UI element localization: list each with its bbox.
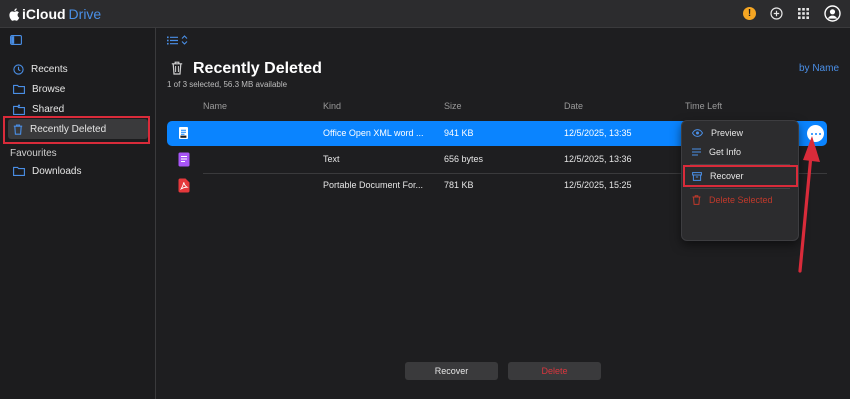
sidebar-item-label: Shared [32,103,65,115]
menu-item-label: Delete Selected [709,195,773,205]
menu-item-delete-selected[interactable]: Delete Selected [682,191,798,209]
trash-icon [171,61,183,75]
folder-icon [13,84,25,94]
trash-icon [692,195,701,205]
chevron-up-down-icon [181,35,188,45]
selection-status: 1 of 3 selected, 56.3 MB available [167,80,288,89]
sidebar-toggle-icon[interactable] [10,35,22,45]
recover-button[interactable]: Recover [405,362,498,380]
sidebar-item-label: Recents [31,63,68,75]
sidebar-item-downloads[interactable]: Downloads [8,161,148,181]
menu-item-label: Get Info [709,147,742,157]
file-date: 12/5/2025, 13:36 [564,154,632,164]
file-kind: Text [323,154,340,164]
sidebar-item-browse[interactable]: Browse [8,79,148,99]
app-grid-icon[interactable] [797,7,810,20]
sidebar-item-recents[interactable]: Recents [8,59,148,79]
main-panel: Recently Deleted 1 of 3 selected, 56.3 M… [157,28,850,399]
menu-divider [690,188,790,189]
eye-icon [692,129,703,137]
annotation-arrow-icon [798,136,820,273]
pdf-file-icon [178,178,190,193]
annotation-highlight-box [683,165,798,187]
sidebar-item-label: Browse [32,83,66,95]
menu-item-label: Preview [711,128,744,138]
warning-icon[interactable]: ! [743,7,756,20]
text-file-icon [178,152,190,167]
clock-icon [13,63,24,75]
view-options[interactable] [167,35,188,45]
file-date: 12/5/2025, 15:25 [564,180,632,190]
favourites-heading: Favourites [10,148,57,159]
page-title: Recently Deleted [193,60,322,77]
file-kind: Office Open XML word ... [323,128,424,138]
file-size: 781 KB [444,180,474,190]
top-icons: ! [729,5,841,22]
account-avatar-icon[interactable] [824,5,841,22]
delete-button[interactable]: Delete [508,362,601,380]
file-size: 941 KB [444,128,474,138]
column-header-date[interactable]: Date [564,101,583,111]
info-list-icon [692,148,701,156]
add-icon[interactable] [770,7,783,20]
file-kind: Portable Document For... [323,180,424,190]
brand-icloud: iCloud [22,6,66,22]
sidebar-item-label: Downloads [32,165,82,177]
column-header-kind[interactable]: Kind [323,101,341,111]
menu-item-get-info[interactable]: Get Info [682,143,798,161]
sort-button[interactable]: by Name [799,63,839,74]
column-header-time-left[interactable]: Time Left [685,101,722,111]
app-brand[interactable]: iCloud Drive [9,6,101,22]
column-header-name[interactable]: Name [203,101,227,111]
top-bar: iCloud Drive ! [0,0,850,28]
word-doc-icon [179,127,188,139]
sidebar: Recents Browse Shared Recently Deleted F… [0,28,156,399]
column-header-size[interactable]: Size [444,101,462,111]
annotation-highlight-box [3,116,150,144]
file-date: 12/5/2025, 13:35 [564,128,632,138]
list-view-icon [167,36,178,44]
file-size: 656 bytes [444,154,484,164]
apple-logo-icon [9,7,20,21]
shared-folder-icon [13,104,25,115]
folder-icon [13,166,25,176]
brand-drive: Drive [68,6,102,22]
menu-item-preview[interactable]: Preview [682,124,798,142]
